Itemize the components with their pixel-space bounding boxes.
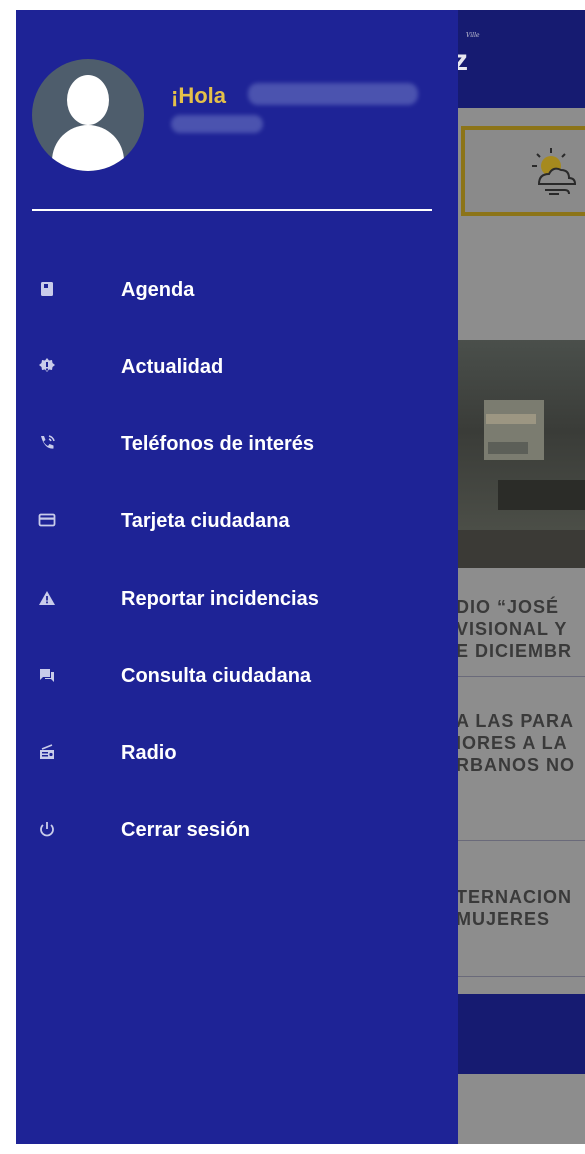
menu-item-label: Actualidad bbox=[121, 356, 224, 378]
header-divider bbox=[32, 209, 432, 211]
credit-card-icon bbox=[38, 513, 56, 527]
news-divider bbox=[456, 976, 585, 977]
menu-item-label: Consulta ciudadana bbox=[121, 665, 312, 687]
menu-item-tarjeta[interactable]: Tarjeta ciudadana bbox=[16, 498, 458, 548]
menu-item-label: Cerrar sesión bbox=[121, 819, 250, 841]
menu-item-label: Tarjeta ciudadana bbox=[121, 510, 290, 532]
photo-floor bbox=[458, 530, 585, 568]
menu-item-reportar[interactable]: Reportar incidencias bbox=[16, 576, 458, 626]
menu-item-label: Agenda bbox=[121, 279, 195, 301]
navigation-drawer: ¡Hola Agenda Actualidad Teléfonos de int… bbox=[16, 10, 458, 1144]
phone-icon bbox=[41, 435, 55, 449]
gear-badge-icon bbox=[39, 358, 55, 372]
photo-sign-2 bbox=[488, 442, 528, 454]
news-line: MUJERES bbox=[456, 909, 551, 929]
weather-widget bbox=[461, 126, 585, 216]
news-line: VISIONAL Y bbox=[456, 619, 568, 639]
news-line: IORES A LA bbox=[456, 733, 568, 753]
menu-item-label: Teléfonos de interés bbox=[121, 433, 315, 455]
power-icon bbox=[40, 822, 54, 837]
app-logo-small: Ville bbox=[466, 32, 480, 39]
menu-item-telefonos[interactable]: Teléfonos de interés bbox=[16, 421, 458, 471]
radio-icon bbox=[40, 744, 54, 759]
avatar-head bbox=[67, 75, 109, 125]
menu-item-actualidad[interactable]: Actualidad bbox=[16, 344, 458, 394]
menu-item-label: Reportar incidencias bbox=[121, 588, 319, 610]
warning-icon bbox=[39, 591, 55, 605]
news-line: E DICIEMBR bbox=[456, 641, 573, 661]
news-divider bbox=[456, 840, 585, 841]
news-line: A LAS PARA bbox=[456, 711, 574, 731]
news-item-3[interactable]: TERNACION MUJERES bbox=[456, 886, 585, 930]
chat-icon bbox=[40, 669, 54, 682]
news-item-2[interactable]: A LAS PARA IORES A LA RBANOS NO bbox=[456, 710, 585, 776]
menu-item-label: Radio bbox=[121, 742, 177, 764]
greeting-text: ¡Hola bbox=[171, 83, 226, 108]
menu-item-consulta[interactable]: Consulta ciudadana bbox=[16, 653, 458, 703]
news-line: DIO “JOSÉ bbox=[456, 597, 560, 617]
menu-item-agenda[interactable]: Agenda bbox=[16, 267, 458, 317]
news-item-1[interactable]: DIO “JOSÉ VISIONAL Y E DICIEMBR bbox=[456, 596, 585, 662]
avatar-shoulders bbox=[52, 125, 124, 171]
book-icon bbox=[41, 282, 53, 296]
photo-desk bbox=[498, 480, 585, 510]
menu-item-cerrar-sesion[interactable]: Cerrar sesión bbox=[16, 807, 458, 857]
news-line: RBANOS NO bbox=[456, 755, 576, 775]
news-photo[interactable] bbox=[458, 340, 585, 568]
avatar[interactable] bbox=[32, 59, 144, 171]
weather-icon bbox=[532, 148, 577, 195]
redacted-user-name bbox=[248, 83, 418, 105]
news-line: TERNACION bbox=[456, 887, 572, 907]
redacted-user-surname bbox=[171, 115, 263, 133]
news-divider bbox=[456, 676, 585, 677]
photo-sign bbox=[486, 414, 536, 424]
menu-item-radio[interactable]: Radio bbox=[16, 730, 458, 780]
